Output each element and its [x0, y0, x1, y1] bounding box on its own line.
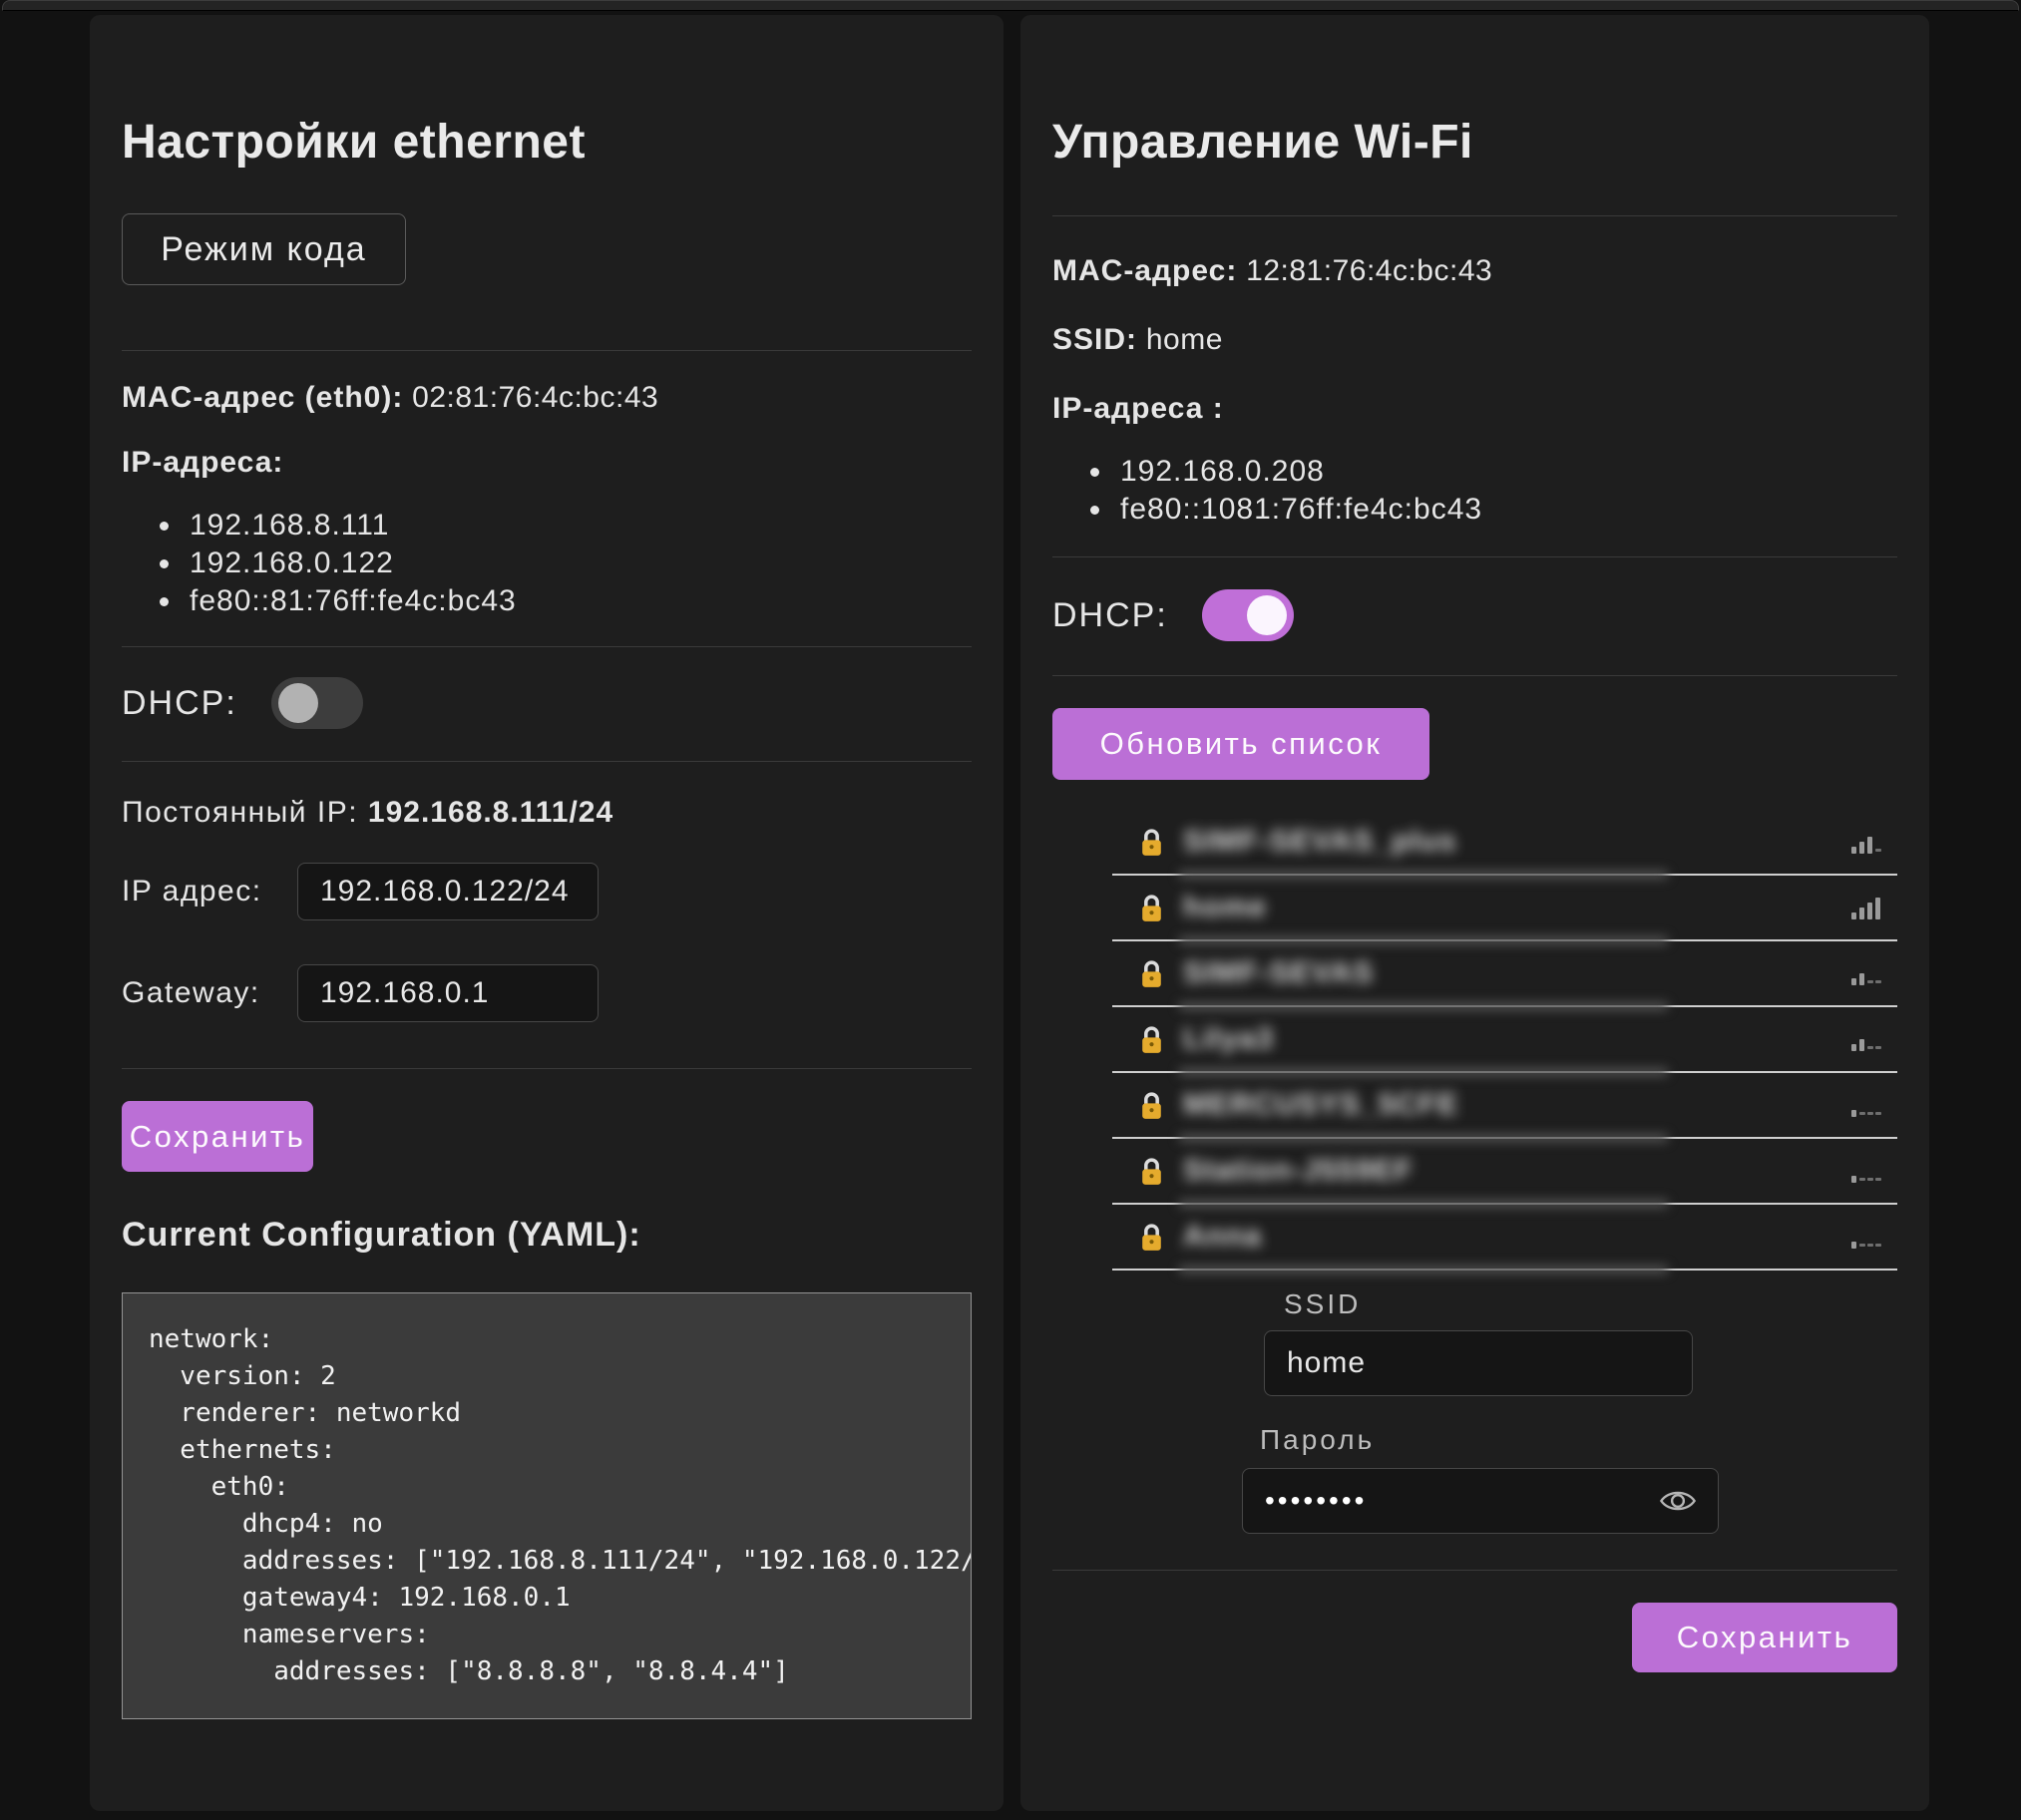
list-item: 192.168.0.208 [1114, 453, 1897, 491]
wifi-network-row[interactable]: home [1112, 876, 1897, 941]
form-ssid-input[interactable] [1264, 1330, 1693, 1396]
form-password-input[interactable] [1242, 1468, 1719, 1534]
ethernet-dhcp-toggle[interactable] [271, 677, 363, 729]
gateway-input[interactable] [297, 964, 599, 1022]
toggle-knob [1247, 595, 1287, 635]
divider [1052, 556, 1897, 557]
divider [122, 646, 972, 647]
divider [1052, 1570, 1897, 1571]
wifi-dhcp-row: DHCP: [1052, 589, 1897, 641]
wifi-network-row[interactable]: SIMF-SEVAS [1112, 941, 1897, 1007]
wifi-ssid-line: SSID: home [1052, 321, 1897, 358]
wifi-management-card: Управление Wi-Fi MAC-адрес: 12:81:76:4c:… [1020, 15, 1929, 1811]
ethernet-ip-list: 192.168.8.111 192.168.0.122 fe80::81:76f… [152, 507, 972, 620]
signal-strength-icon [1851, 1027, 1885, 1051]
static-ip-label: Постоянный IP: [122, 796, 358, 829]
divider [122, 761, 972, 762]
wifi-connect-form: SSID Пароль [1242, 1288, 1897, 1534]
refresh-list-button[interactable]: Обновить список [1052, 708, 1429, 780]
lock-icon [1138, 893, 1165, 923]
wifi-ssid-name: Anna [1183, 1220, 1262, 1254]
signal-strength-icon [1851, 1159, 1885, 1183]
wifi-ssid-name: SIMF-SEVAS_plus [1183, 825, 1456, 859]
ethernet-mac-line: MAC-адрес (eth0): 02:81:76:4c:bc:43 [122, 379, 972, 416]
wifi-network-row[interactable]: Lilya3 [1112, 1007, 1897, 1073]
code-mode-button[interactable]: Режим кода [122, 213, 406, 285]
wifi-dhcp-toggle[interactable] [1202, 589, 1294, 641]
wifi-ssid-value: home [1146, 323, 1223, 356]
wifi-ssid-name: MERCUSYS_5CFE [1183, 1088, 1458, 1122]
divider [1052, 675, 1897, 676]
ip-address-field-label: IP адрес: [122, 875, 297, 909]
password-field-wrap [1242, 1468, 1719, 1534]
wifi-dhcp-label: DHCP: [1052, 596, 1168, 635]
signal-strength-icon [1851, 1225, 1885, 1249]
wifi-save-row: Сохранить [1052, 1603, 1897, 1672]
ethernet-title: Настройки ethernet [122, 115, 972, 170]
lock-icon [1138, 1090, 1165, 1121]
wifi-mac-value: 12:81:76:4c:bc:43 [1246, 254, 1492, 287]
form-password-label: Пароль [1242, 1424, 1897, 1456]
form-ssid-label: SSID [1242, 1288, 1897, 1320]
ethernet-ip-list-label: IP-адреса: [122, 446, 283, 479]
wifi-ip-list-label-line: IP-адреса : [1052, 390, 1897, 427]
ethernet-mac-value: 02:81:76:4c:bc:43 [412, 381, 658, 414]
list-item: fe80::1081:76ff:fe4c:bc43 [1114, 491, 1897, 529]
wifi-network-list: SIMF-SEVAS_plushome SIMF-SEVAS Lilya3 MERCU… [1112, 810, 1897, 1271]
wifi-network-row[interactable]: Station-J559EF [1112, 1139, 1897, 1205]
list-item: 192.168.0.122 [184, 545, 972, 582]
lock-icon [1138, 958, 1165, 989]
signal-strength-icon [1851, 961, 1885, 985]
ethernet-dhcp-row: DHCP: [122, 677, 972, 729]
signal-strength-icon [1851, 896, 1885, 919]
gateway-field-label: Gateway: [122, 976, 297, 1010]
lock-icon [1138, 1222, 1165, 1253]
wifi-network-row[interactable]: Anna [1112, 1205, 1897, 1271]
window-top-edge [2, 0, 2019, 11]
wifi-ssid-name: Station-J559EF [1183, 1154, 1414, 1188]
wifi-network-row[interactable]: MERCUSYS_5CFE [1112, 1073, 1897, 1139]
lock-icon [1138, 1024, 1165, 1055]
wifi-ssid-label: SSID: [1052, 323, 1137, 356]
ethernet-dhcp-label: DHCP: [122, 684, 237, 723]
wifi-ip-list: 192.168.0.208 fe80::1081:76ff:fe4c:bc43 [1082, 453, 1897, 529]
static-ip-value: 192.168.8.111/24 [368, 796, 613, 829]
divider [1052, 215, 1897, 216]
ethernet-ip-list-label-line: IP-адреса: [122, 444, 972, 481]
signal-strength-icon [1851, 1093, 1885, 1117]
ethernet-save-button[interactable]: Сохранить [122, 1101, 313, 1172]
ethernet-settings-card: Настройки ethernet Режим кода MAC-адрес … [90, 15, 1004, 1811]
show-password-eye-icon[interactable] [1659, 1486, 1697, 1516]
ip-address-field-row: IP адрес: [122, 863, 972, 920]
wifi-save-button[interactable]: Сохранить [1632, 1603, 1897, 1672]
list-item: 192.168.8.111 [184, 507, 972, 545]
static-ip-line: Постоянный IP: 192.168.8.111/24 [122, 794, 972, 831]
list-item: fe80::81:76ff:fe4c:bc43 [184, 582, 972, 620]
wifi-ssid-name: Lilya3 [1183, 1022, 1274, 1056]
ethernet-mac-label: MAC-адрес (eth0): [122, 381, 403, 414]
wifi-ssid-name: home [1183, 891, 1267, 924]
toggle-knob [278, 683, 318, 723]
wifi-mac-line: MAC-адрес: 12:81:76:4c:bc:43 [1052, 252, 1897, 289]
wifi-title: Управление Wi-Fi [1052, 115, 1897, 170]
divider [122, 1068, 972, 1069]
ip-address-input[interactable] [297, 863, 599, 920]
divider [122, 350, 972, 351]
wifi-ssid-name: SIMF-SEVAS [1183, 956, 1374, 990]
wifi-mac-label: MAC-адрес: [1052, 254, 1237, 287]
lock-icon [1138, 1156, 1165, 1187]
wifi-network-row[interactable]: SIMF-SEVAS_plus [1112, 810, 1897, 876]
signal-strength-icon [1851, 830, 1885, 854]
yaml-config-title: Current Configuration (YAML): [122, 1216, 972, 1255]
wifi-ip-list-label: IP-адреса : [1052, 392, 1224, 425]
yaml-config-block: network: version: 2 renderer: networkd e… [122, 1292, 972, 1719]
lock-icon [1138, 827, 1165, 858]
gateway-field-row: Gateway: [122, 964, 972, 1022]
